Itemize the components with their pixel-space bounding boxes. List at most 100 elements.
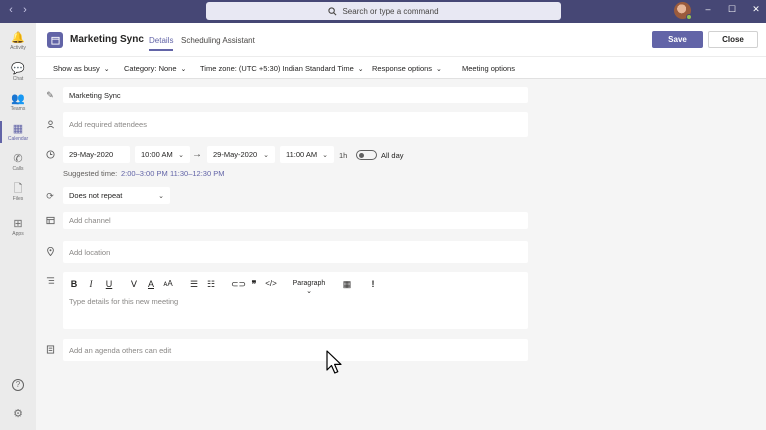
person-add-icon xyxy=(44,120,56,131)
link-icon[interactable]: ⊂⊃ xyxy=(231,279,246,290)
chevron-down-icon: ⌄ xyxy=(357,66,364,73)
chevron-down-icon: ⌄ xyxy=(180,66,187,73)
close-button[interactable]: Close xyxy=(708,31,758,48)
quote-icon[interactable]: ❞ xyxy=(248,279,260,290)
underline-icon[interactable]: U xyxy=(103,279,115,289)
channel-icon xyxy=(44,216,56,227)
avatar[interactable] xyxy=(674,2,692,20)
duration-label: 1h xyxy=(339,151,348,160)
rail-item-label: Files xyxy=(12,196,24,202)
rail-item-label: Activity xyxy=(10,45,26,51)
settings-button[interactable]: ⚙ xyxy=(0,408,36,420)
start-time-dropdown[interactable]: 10:00 AM ⌄ xyxy=(135,146,190,163)
arrow-right-icon: → xyxy=(192,149,202,160)
maximize-icon[interactable]: ☐ xyxy=(725,4,739,15)
minimize-icon[interactable]: – xyxy=(701,4,715,14)
meeting-options-link[interactable]: Meeting options xyxy=(462,64,515,73)
rail-item-teams[interactable]: 👥 Teams xyxy=(0,93,36,112)
font-color-icon[interactable]: A xyxy=(145,279,157,289)
rail-item-label: Calls xyxy=(12,166,24,172)
response-options-label: Response options xyxy=(372,64,433,73)
all-day-label: All day xyxy=(381,151,404,160)
paragraph-label: Paragraph xyxy=(292,280,326,287)
start-time-value: 10:00 AM xyxy=(141,150,173,159)
chevron-down-icon: ⌄ xyxy=(322,151,328,159)
italic-icon[interactable]: I xyxy=(85,279,97,289)
bulleted-list-icon[interactable]: ☰ xyxy=(188,279,200,290)
rail-item-activity[interactable]: 🔔 Activity xyxy=(0,32,36,51)
help-icon: ? xyxy=(12,379,24,391)
bell-icon: 🔔 xyxy=(11,32,25,44)
rail-item-label: Teams xyxy=(10,106,26,112)
rail-item-files[interactable]: 🗋 Files xyxy=(0,183,36,202)
response-options-dropdown[interactable]: Response options ⌄ xyxy=(372,64,442,73)
timezone-dropdown[interactable]: Time zone: (UTC +5:30) Indian Standard T… xyxy=(200,64,364,73)
rail-item-apps[interactable]: ⊞ Apps xyxy=(0,218,36,237)
page-title: Marketing Sync xyxy=(70,34,144,45)
mouse-cursor-icon xyxy=(326,350,342,374)
show-as-dropdown[interactable]: Show as busy ⌄ xyxy=(53,64,110,73)
save-button[interactable]: Save xyxy=(652,31,703,48)
end-time-value: 11:00 AM xyxy=(286,150,318,159)
agenda-field[interactable]: Add an agenda others can edit xyxy=(63,339,528,361)
tab-scheduling-assistant[interactable]: Scheduling Assistant xyxy=(181,36,255,45)
meeting-options-toolbar: Show as busy ⌄ Category: None ⌄ Time zone:… xyxy=(36,56,766,79)
table-icon[interactable]: ▦ xyxy=(341,279,353,290)
highlight-icon[interactable]: ⴸ xyxy=(128,279,140,290)
title-bar: ‹ › Search or type a command – ☐ ✕ xyxy=(0,0,766,23)
paragraph-dropdown[interactable]: Paragraph ⌄ xyxy=(289,280,329,295)
gear-icon: ⚙ xyxy=(13,408,23,420)
start-date-field[interactable]: 29-May-2020 xyxy=(63,146,130,163)
apps-icon: ⊞ xyxy=(13,218,23,230)
phone-icon: ✆ xyxy=(13,153,23,165)
end-time-dropdown[interactable]: 11:00 AM ⌄ xyxy=(280,146,334,163)
attendees-field[interactable]: Add required attendees xyxy=(63,112,528,137)
chevron-down-icon: ⌄ xyxy=(436,66,442,73)
calendar-icon: ▦ xyxy=(12,123,24,135)
teams-icon: 👥 xyxy=(11,93,25,105)
location-field[interactable]: Add location xyxy=(63,241,528,263)
rail-item-label: Calendar xyxy=(7,136,29,142)
timezone-label: Time zone: (UTC +5:30) Indian Standard T… xyxy=(200,64,354,73)
numbered-list-icon[interactable]: ☷ xyxy=(205,279,217,290)
calendar-app-icon xyxy=(47,32,63,48)
category-dropdown[interactable]: Category: None ⌄ xyxy=(124,64,186,73)
all-day-toggle[interactable] xyxy=(356,150,377,160)
repeat-icon: ⟳ xyxy=(46,191,54,201)
rail-item-calendar[interactable]: ▦ Calendar xyxy=(0,121,36,143)
rail-item-label: Apps xyxy=(12,231,24,237)
rail-item-calls[interactable]: ✆ Calls xyxy=(0,153,36,172)
search-input[interactable]: Search or type a command xyxy=(206,2,561,20)
rail-item-label: Chat xyxy=(12,76,24,82)
text-details-icon xyxy=(44,276,56,287)
show-as-label: Show as busy xyxy=(53,64,100,73)
details-editor[interactable]: B I U ⴸ A ᴀA ☰ ☷ ⊂⊃ ❞ </> Paragraph ⌄ ▦ … xyxy=(63,272,528,329)
font-size-icon[interactable]: ᴀA xyxy=(162,279,174,288)
end-date-dropdown[interactable]: 29-May-2020 ⌄ xyxy=(207,146,275,163)
suggested-time-link[interactable]: 11:30–12:30 PM xyxy=(170,169,225,178)
chat-icon: 💬 xyxy=(11,63,25,75)
search-placeholder: Search or type a command xyxy=(342,6,439,16)
agenda-icon xyxy=(44,345,56,356)
close-window-icon[interactable]: ✕ xyxy=(749,4,763,15)
suggested-time-link[interactable]: 2:00–3:00 PM xyxy=(121,169,168,178)
meeting-header: Marketing Sync Details Scheduling Assist… xyxy=(36,23,766,56)
presence-available-icon xyxy=(686,14,692,20)
channel-field[interactable]: Add channel xyxy=(63,212,528,229)
forward-icon[interactable]: › xyxy=(18,4,32,16)
bold-icon[interactable]: B xyxy=(68,279,80,289)
important-icon[interactable]: ! xyxy=(367,279,379,289)
rail-item-chat[interactable]: 💬 Chat xyxy=(0,63,36,82)
chevron-down-icon: ⌄ xyxy=(263,151,269,159)
file-icon: 🗋 xyxy=(13,183,23,195)
tab-details[interactable]: Details xyxy=(149,36,174,51)
back-icon[interactable]: ‹ xyxy=(4,4,18,16)
code-icon[interactable]: </> xyxy=(265,279,277,288)
details-placeholder: Type details for this new meeting xyxy=(69,297,179,306)
repeat-dropdown[interactable]: Does not repeat ⌄ xyxy=(63,187,170,204)
pencil-icon: ✎ xyxy=(46,90,54,100)
category-label: Category: None xyxy=(124,64,177,73)
help-button[interactable]: ? xyxy=(0,379,36,391)
location-pin-icon xyxy=(44,246,56,258)
title-field[interactable]: Marketing Sync xyxy=(63,87,528,103)
